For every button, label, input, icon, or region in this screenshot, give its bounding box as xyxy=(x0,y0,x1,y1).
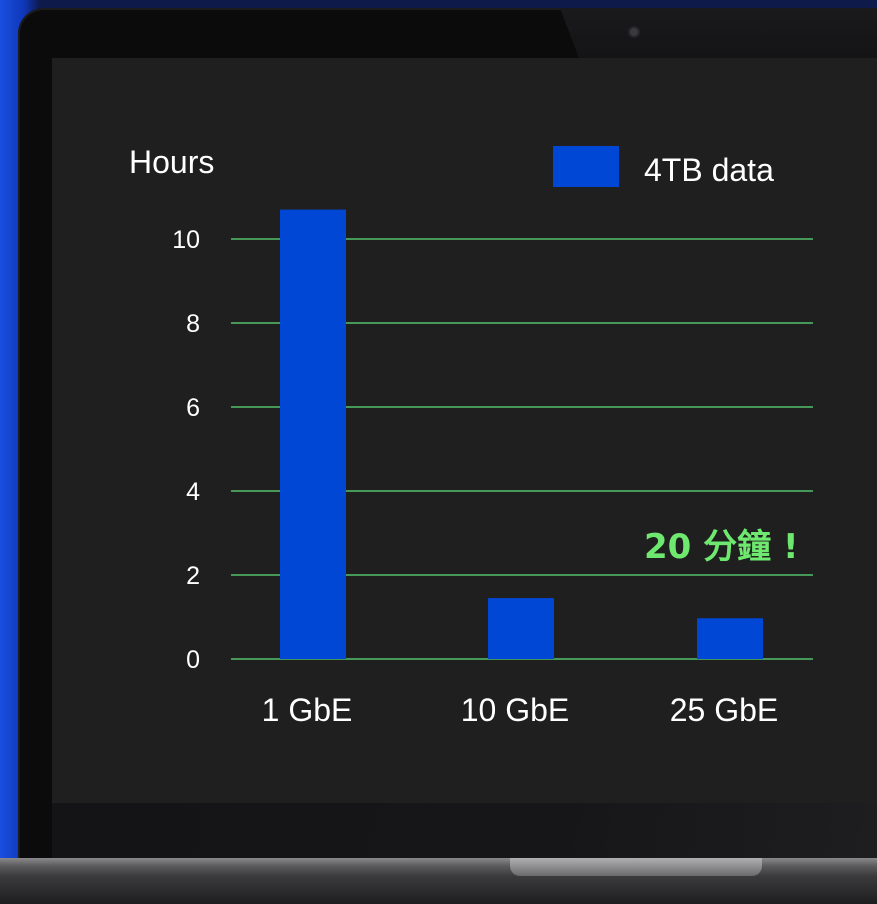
y-tick-label: 2 xyxy=(186,562,200,590)
x-category-labels: 1 GbE 10 GbE 25 GbE xyxy=(262,692,779,728)
annotation-text: 20 分鐘 ! xyxy=(644,527,799,567)
legend-swatch xyxy=(553,146,619,187)
x-category-label: 1 GbE xyxy=(262,692,353,728)
y-tick-labels: 0 2 4 6 8 10 xyxy=(172,226,200,674)
y-tick-label: 4 xyxy=(186,478,200,506)
y-tick-label: 10 xyxy=(172,226,200,254)
bar-1-gbe xyxy=(280,209,346,659)
bars xyxy=(280,209,763,659)
y-axis-label: Hours xyxy=(129,144,214,180)
legend-label: 4TB data xyxy=(644,152,774,188)
bar-25-gbe xyxy=(697,618,763,659)
y-tick-label: 0 xyxy=(186,646,200,674)
x-category-label: 10 GbE xyxy=(461,692,570,728)
bar-chart: 0 2 4 6 8 10 1 GbE 10 GbE 25 GbE Hours 4TB data… xyxy=(129,144,813,728)
y-tick-label: 8 xyxy=(186,310,200,338)
x-category-label: 25 GbE xyxy=(670,692,779,728)
bar-10-gbe xyxy=(488,598,554,659)
y-tick-label: 6 xyxy=(186,394,200,422)
